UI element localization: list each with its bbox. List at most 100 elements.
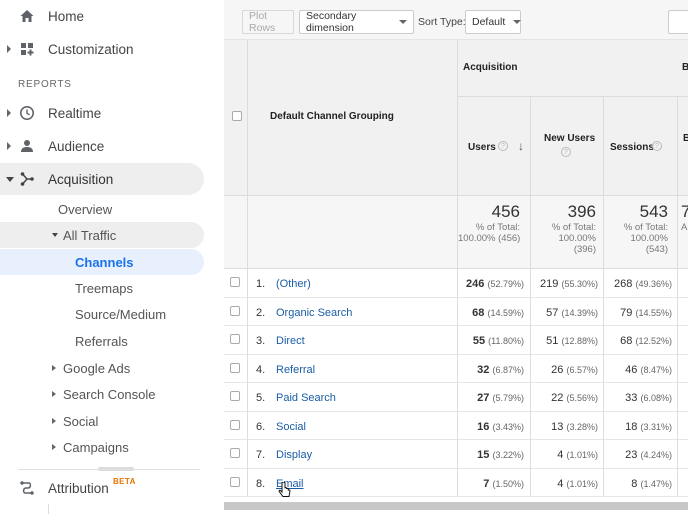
nav-customization[interactable]: Customization — [0, 33, 204, 65]
nav-search-console[interactable]: Search Console — [52, 381, 192, 407]
channel-link[interactable]: Display — [276, 449, 312, 461]
new-users-column-header[interactable]: New Users — [544, 133, 595, 144]
sessions-total: 543 — [639, 202, 668, 221]
nav-all-traffic[interactable]: All Traffic — [0, 222, 204, 248]
select-all-checkbox[interactable] — [232, 111, 242, 121]
users-total-pct: 100.00% (456) — [458, 233, 521, 244]
column-separator — [530, 96, 531, 496]
channel-link[interactable]: Referral — [276, 364, 315, 376]
nav-source-medium[interactable]: Source/Medium — [75, 301, 166, 327]
search-box-edge[interactable] — [668, 10, 688, 34]
help-icon[interactable]: ? — [652, 141, 662, 151]
channel-link[interactable]: Paid Search — [276, 392, 336, 404]
header-bottom-line — [224, 195, 688, 196]
nav-campaigns[interactable]: Campaigns — [52, 434, 172, 460]
nav-audience-label: Audience — [48, 138, 105, 154]
nav-acquisition[interactable]: Acquisition — [0, 163, 204, 195]
expand-caret-icon — [52, 365, 56, 371]
row-checkbox[interactable] — [230, 419, 240, 430]
row-checkbox[interactable] — [230, 277, 240, 287]
table-toolbar: Plot Rows Secondary dimension Sort Type:… — [224, 0, 688, 40]
nav-overview[interactable]: Overview — [58, 196, 112, 222]
nav-campaigns-label: Campaigns — [63, 439, 129, 455]
users-cell: 7 (1.50%) — [483, 478, 524, 490]
nav-channels-label: Channels — [75, 254, 134, 270]
home-icon — [20, 10, 34, 22]
nav-attribution[interactable]: Attribution BETA — [0, 472, 204, 504]
new-users-total-pct: 100.00% — [558, 233, 596, 244]
new-users-cell: 26 (6.57%) — [551, 364, 598, 376]
help-icon[interactable]: ? — [561, 147, 571, 157]
users-value: 32 — [477, 363, 490, 376]
sessions-cell: 18 (3.31%) — [625, 421, 672, 433]
new-users-value: 13 — [551, 420, 564, 433]
new-users-value: 219 — [540, 278, 559, 290]
new-users-pct: (12.88%) — [561, 336, 598, 346]
row-checkbox[interactable] — [230, 476, 240, 487]
secondary-dimension-label: Secondary dimension — [306, 10, 357, 34]
nav-channels[interactable]: Channels — [0, 249, 204, 275]
expand-caret-icon — [7, 109, 11, 117]
nav-google-ads-label: Google Ads — [63, 360, 131, 376]
users-value: 27 — [477, 392, 490, 404]
plot-rows-label: Plot Rows — [249, 10, 276, 34]
new-users-cell: 219 (55.30%) — [540, 278, 598, 290]
nav-treemaps[interactable]: Treemaps — [75, 275, 133, 301]
next-total-partial: 7 — [681, 202, 688, 221]
users-pct: (14.59%) — [487, 307, 524, 318]
nav-realtime[interactable]: Realtime — [0, 97, 204, 129]
channel-link[interactable]: (Other) — [276, 278, 311, 290]
users-value: 15 — [477, 449, 490, 461]
nav-referrals[interactable]: Referrals — [75, 328, 128, 354]
column-separator — [677, 96, 678, 496]
nav-audience[interactable]: Audience — [0, 130, 204, 162]
row-number: 1. — [256, 278, 266, 290]
channel-link[interactable]: Social — [276, 421, 306, 433]
users-cell: 32 (6.87%) — [477, 364, 524, 376]
dimension-header[interactable]: Default Channel Grouping — [270, 111, 394, 122]
expand-caret-icon — [52, 418, 56, 424]
sort-type-dropdown[interactable]: Default — [465, 10, 522, 34]
sessions-value: 18 — [625, 420, 638, 433]
channel-link[interactable]: Organic Search — [276, 307, 352, 319]
nav-home[interactable]: Home — [0, 0, 204, 32]
row-checkbox[interactable] — [230, 362, 240, 373]
row-checkbox[interactable] — [230, 305, 240, 316]
plot-rows-button[interactable]: Plot Rows — [242, 10, 294, 34]
next-column-header[interactable]: B — [683, 133, 688, 144]
new-users-cell: 57 (14.39%) — [546, 307, 598, 319]
users-cell: 27 (5.79%) — [477, 392, 524, 404]
row-checkbox[interactable] — [230, 448, 240, 458]
header-divider — [457, 96, 688, 97]
chevron-down-icon — [513, 20, 522, 24]
users-pct: (3.43%) — [492, 421, 524, 432]
row-number: 8. — [256, 477, 266, 490]
row-checkbox[interactable] — [230, 391, 240, 401]
new-users-pct: (14.39%) — [561, 307, 598, 318]
sessions-value: 46 — [625, 363, 638, 376]
expand-caret-icon — [7, 142, 11, 150]
horizontal-scrollbar[interactable] — [224, 502, 688, 510]
users-column-header[interactable]: Users — [468, 142, 496, 153]
data-table: Default Channel Grouping Acquisition Use… — [224, 40, 688, 497]
new-users-cell: 4 (1.01%) — [557, 449, 598, 461]
person-icon — [21, 140, 33, 152]
sessions-pct: (6.08%) — [640, 393, 672, 403]
sessions-pct: (3.31%) — [640, 421, 672, 432]
column-separator — [603, 96, 604, 496]
nav-realtime-label: Realtime — [48, 105, 102, 121]
mouse-pointer-icon — [278, 482, 291, 497]
help-icon[interactable]: ? — [498, 141, 508, 151]
users-value: 246 — [466, 278, 485, 290]
sort-type-label: Sort Type: — [418, 16, 466, 28]
sidebar-divider — [18, 469, 200, 470]
new-users-total-count: (396) — [573, 244, 596, 255]
nav-source-medium-label: Source/Medium — [75, 306, 167, 322]
secondary-dimension-dropdown[interactable]: Secondary dimension — [299, 10, 414, 34]
sort-down-icon[interactable]: ↓ — [518, 139, 524, 153]
row-checkbox[interactable] — [230, 334, 240, 344]
new-users-cell: 13 (3.28%) — [551, 421, 598, 433]
new-users-total: 396 — [567, 202, 596, 221]
channel-link[interactable]: Direct — [276, 335, 305, 347]
sessions-column-header[interactable]: Sessions — [610, 142, 654, 153]
